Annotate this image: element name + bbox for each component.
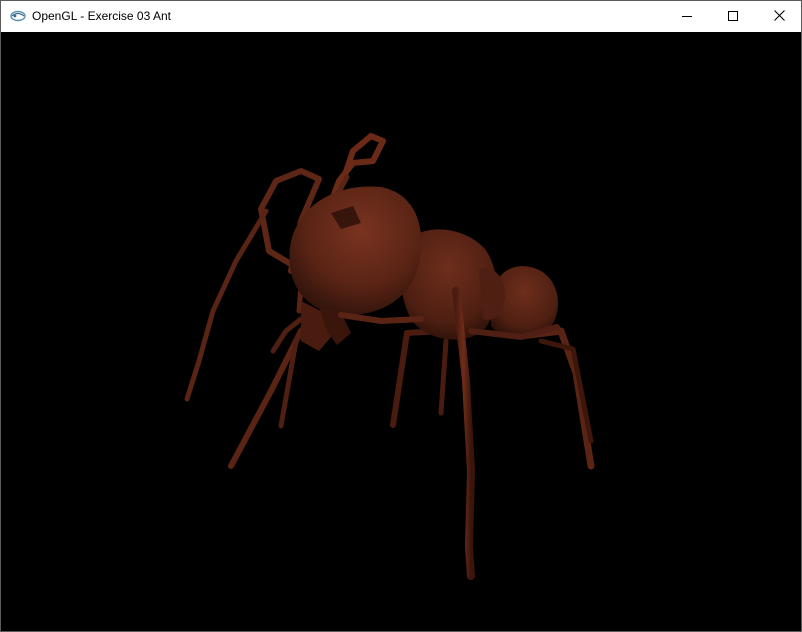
opengl-viewport[interactable]: [1, 32, 801, 631]
close-button[interactable]: [756, 1, 802, 32]
maximize-icon: [728, 8, 738, 26]
close-icon: [773, 8, 785, 26]
ant-model: [184, 133, 595, 580]
app-window: OpenGL - Exercise 03 Ant: [0, 0, 802, 632]
title-bar[interactable]: OpenGL - Exercise 03 Ant: [1, 1, 801, 32]
maximize-button[interactable]: [710, 1, 756, 32]
opengl-app-icon: [10, 9, 26, 23]
window-title: OpenGL - Exercise 03 Ant: [32, 9, 171, 23]
minimize-button[interactable]: [664, 1, 710, 32]
minimize-icon: [682, 8, 692, 26]
